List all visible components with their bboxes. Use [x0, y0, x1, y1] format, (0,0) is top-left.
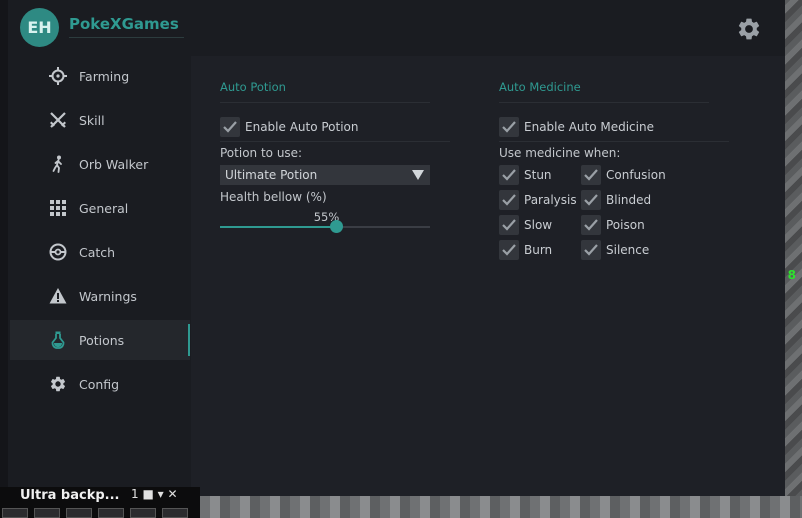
pokeball-icon — [49, 243, 67, 261]
sidebar-item-catch[interactable]: Catch — [10, 232, 190, 272]
slider-fill — [220, 226, 336, 228]
sidebar-item-label: Farming — [79, 68, 130, 84]
sidebar: Farming Skill Orb Walker General Catch W… — [8, 56, 190, 496]
sidebar-item-warnings[interactable]: Warnings — [10, 276, 190, 316]
chevron-down-icon — [412, 170, 424, 180]
divider — [499, 141, 729, 142]
taskbar-slot-icon[interactable] — [162, 508, 188, 518]
auto-medicine-title: Auto Medicine — [499, 80, 581, 94]
checkbox-label: Slow — [524, 218, 553, 232]
title-bar: EH PokeXGames — [8, 0, 785, 56]
checkbox-box[interactable] — [499, 215, 519, 235]
condition-poison-checkbox[interactable]: Poison — [581, 214, 645, 236]
bot-window: EH PokeXGames Farming Skill Orb Walker G… — [8, 0, 785, 496]
checkbox-box[interactable] — [581, 190, 601, 210]
taskbar-title[interactable]: Ultra backp... — [20, 488, 120, 503]
condition-stun-checkbox[interactable]: Stun — [499, 164, 552, 186]
sidebar-item-label: Skill — [79, 112, 105, 128]
condition-slow-checkbox[interactable]: Slow — [499, 214, 552, 236]
checkbox-box[interactable] — [499, 165, 519, 185]
divider — [499, 102, 709, 103]
sidebar-item-label: Warnings — [79, 288, 137, 304]
checkbox-label: Poison — [606, 218, 645, 232]
checkbox-label: Enable Auto Medicine — [524, 120, 654, 134]
sidebar-item-potions[interactable]: Potions — [10, 320, 190, 360]
auto-potion-title: Auto Potion — [220, 80, 286, 94]
taskbar-slot-icon[interactable] — [98, 508, 124, 518]
taskbar-slot-icon[interactable] — [130, 508, 156, 518]
taskbar-controls[interactable]: 1 ■ ▾ ✕ — [131, 487, 178, 501]
enable-auto-medicine-checkbox[interactable]: Enable Auto Medicine — [499, 116, 654, 138]
checkbox-box[interactable] — [581, 240, 601, 260]
sidebar-item-label: Config — [79, 376, 120, 392]
potion-to-use-label: Potion to use: — [220, 146, 303, 160]
use-medicine-when-label: Use medicine when: — [499, 146, 621, 160]
condition-confusion-checkbox[interactable]: Confusion — [581, 164, 666, 186]
background-game-floor — [200, 496, 802, 518]
checkbox-box[interactable] — [581, 215, 601, 235]
health-threshold-label: Health bellow (%) — [220, 190, 327, 204]
checkbox-label: Confusion — [606, 168, 666, 182]
condition-silence-checkbox[interactable]: Silence — [581, 239, 649, 261]
brand-title: PokeXGames — [69, 15, 184, 38]
potion-select[interactable]: Ultimate Potion — [220, 165, 430, 185]
sidebar-item-label: Orb Walker — [79, 156, 149, 172]
taskbar-slot-icon[interactable] — [34, 508, 60, 518]
checkbox-box[interactable] — [499, 240, 519, 260]
sidebar-item-general[interactable]: General — [10, 188, 190, 228]
checkbox-label: Paralysis — [524, 193, 577, 207]
taskbar-slot-icon[interactable] — [2, 508, 28, 518]
sidebar-item-label: Potions — [79, 332, 125, 348]
checkbox-label: Stun — [524, 168, 552, 182]
checkbox-label: Blinded — [606, 193, 652, 207]
gear-icon — [49, 375, 67, 393]
background-game-scene — [782, 0, 802, 518]
checkbox-label: Silence — [606, 243, 650, 257]
divider — [220, 102, 430, 103]
checkbox-box[interactable] — [220, 117, 240, 137]
crosshair-icon — [49, 67, 67, 85]
checkbox-label: Enable Auto Potion — [245, 120, 359, 134]
slider-thumb[interactable] — [329, 220, 343, 233]
grid-icon — [49, 199, 67, 217]
health-slider[interactable] — [220, 220, 430, 233]
condition-paralysis-checkbox[interactable]: Paralysis — [499, 189, 577, 211]
flask-icon — [49, 331, 67, 349]
crossed-swords-icon — [49, 111, 67, 129]
divider — [220, 141, 450, 142]
taskbar-slot-icon[interactable] — [66, 508, 92, 518]
sidebar-item-config[interactable]: Config — [10, 364, 190, 404]
checkbox-box[interactable] — [499, 117, 519, 137]
enable-auto-potion-checkbox[interactable]: Enable Auto Potion — [220, 116, 359, 138]
sidebar-item-label: General — [79, 200, 129, 216]
condition-burn-checkbox[interactable]: Burn — [499, 239, 552, 261]
checkbox-box[interactable] — [581, 165, 601, 185]
sidebar-item-skill[interactable]: Skill — [10, 100, 190, 140]
condition-blinded-checkbox[interactable]: Blinded — [581, 189, 651, 211]
sidebar-item-orb-walker[interactable]: Orb Walker — [10, 144, 190, 184]
gear-icon[interactable] — [736, 16, 762, 42]
sidebar-item-farming[interactable]: Farming — [10, 56, 190, 96]
warning-icon — [49, 287, 67, 305]
taskbar-icons — [0, 508, 202, 518]
sidebar-item-label: Catch — [79, 244, 116, 260]
checkbox-box[interactable] — [499, 190, 519, 210]
background-marker: 8 — [787, 268, 796, 282]
walking-person-icon — [49, 155, 67, 173]
avatar[interactable]: EH — [20, 8, 59, 47]
checkbox-label: Burn — [524, 243, 553, 257]
potion-select-value: Ultimate Potion — [225, 168, 318, 182]
